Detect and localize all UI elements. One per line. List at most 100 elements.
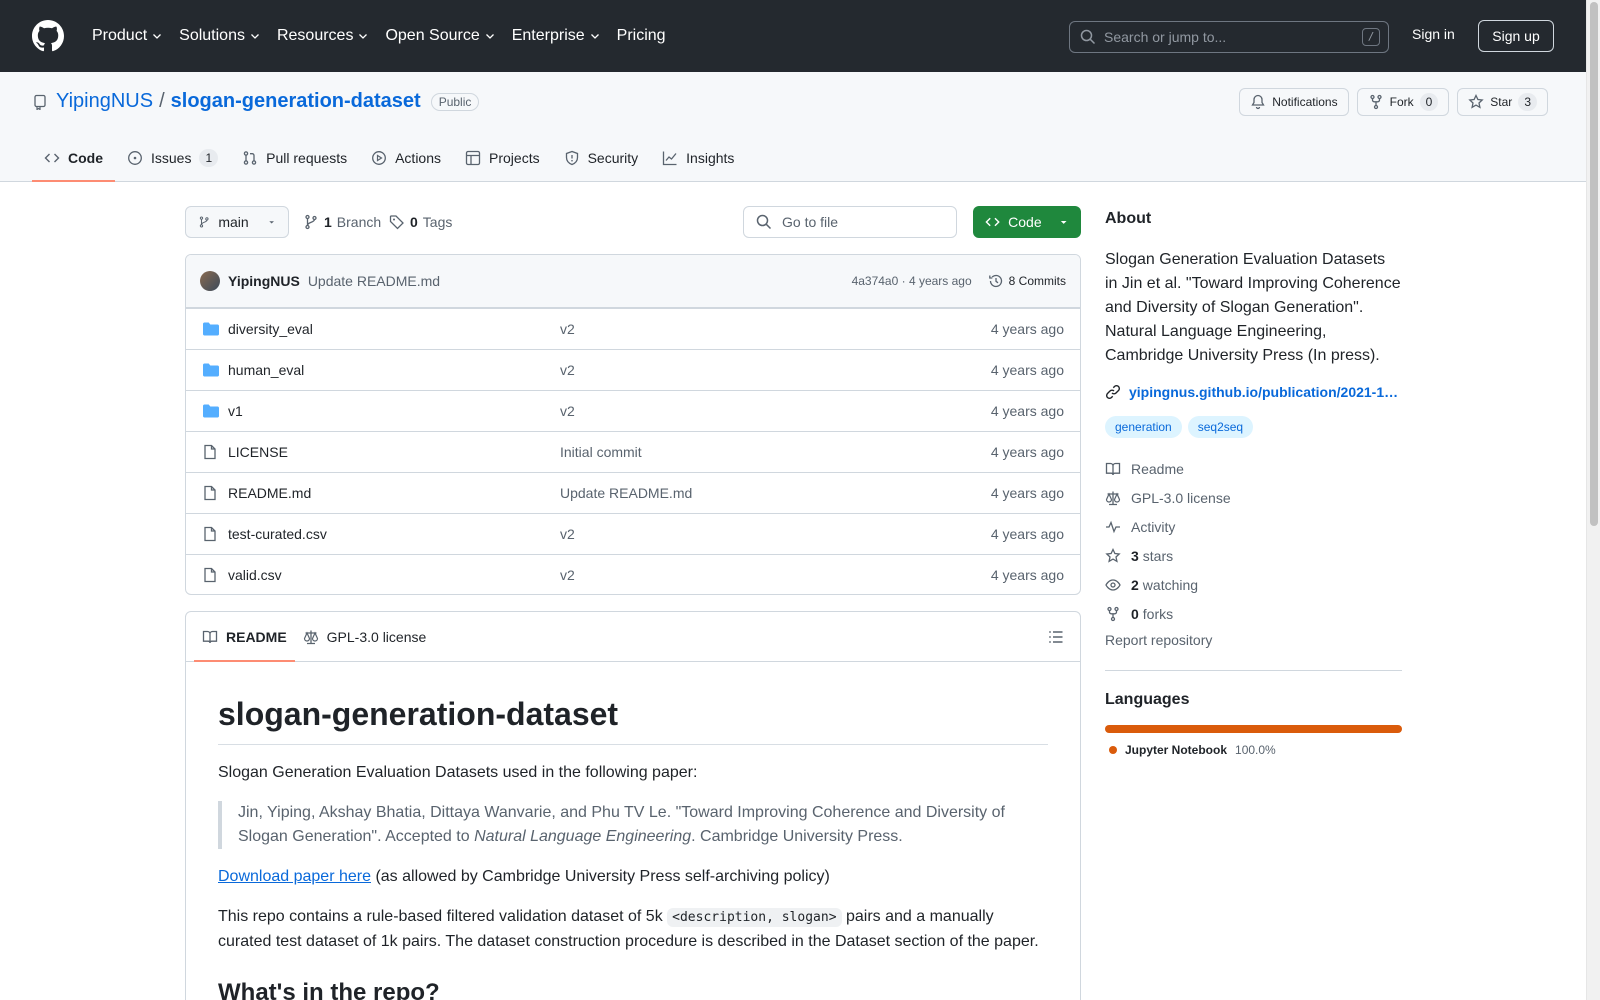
file-name-link[interactable]: README.md	[228, 485, 311, 501]
commit-message-link[interactable]: Update README.md	[308, 273, 440, 289]
table-icon	[465, 150, 481, 166]
search-icon	[1080, 29, 1096, 45]
tab-pull-requests-label: Pull requests	[266, 150, 348, 166]
about-heading: About	[1105, 210, 1152, 227]
file-name-link[interactable]: test-curated.csv	[228, 526, 327, 542]
tab-readme[interactable]: README	[194, 612, 295, 662]
commit-hash-time[interactable]: 4a374a0 · 4 years ago	[852, 274, 972, 288]
list-outline-icon[interactable]	[1048, 629, 1064, 645]
notifications-button[interactable]: Notifications	[1239, 88, 1349, 116]
tab-license-label: GPL-3.0 license	[326, 628, 427, 645]
code-dropdown-button[interactable]: Code	[973, 206, 1081, 238]
sign-up-button[interactable]: Sign up	[1478, 20, 1554, 52]
fork-button[interactable]: Fork 0	[1356, 88, 1450, 116]
branch-icon	[305, 214, 317, 230]
repo-owner-link[interactable]: YipingNUS	[56, 90, 153, 113]
stars-link[interactable]: 3 stars	[1105, 541, 1402, 570]
file-commit-link[interactable]: v2	[560, 321, 575, 337]
file-commit-link[interactable]: Initial commit	[560, 444, 642, 460]
nav-enterprise[interactable]: Enterprise	[504, 20, 609, 52]
nav-resources[interactable]: Resources	[269, 20, 377, 52]
go-to-file-placeholder: Go to file	[782, 214, 839, 230]
nav-open-source[interactable]: Open Source	[377, 20, 503, 52]
file-row[interactable]: valid.csv v2 4 years ago	[186, 554, 1080, 594]
readme-intro: Slogan Generation Evaluation Datasets us…	[218, 764, 698, 781]
inline-code: <description, slogan>	[667, 908, 842, 927]
file-list: YipingNUS Update README.md 4a374a0 · 4 y…	[185, 254, 1081, 595]
forks-link[interactable]: 0 forks	[1105, 599, 1402, 628]
tab-actions[interactable]: Actions	[359, 134, 453, 182]
file-name-link[interactable]: LICENSE	[228, 444, 288, 460]
branch-name: main	[218, 214, 249, 230]
file-name-link[interactable]: v1	[228, 403, 243, 419]
go-to-file-input[interactable]: Go to file	[743, 206, 957, 238]
watchers-link[interactable]: 2 watching	[1105, 570, 1402, 599]
scale-icon	[1105, 491, 1121, 505]
github-logo-icon[interactable]	[32, 20, 64, 52]
readme-link[interactable]: Readme	[1105, 454, 1402, 483]
tab-license[interactable]: GPL-3.0 license	[295, 612, 435, 662]
license-link[interactable]: GPL-3.0 license	[1105, 483, 1402, 512]
file-date: 4 years ago	[990, 567, 1064, 583]
commit-author-link[interactable]: YipingNUS	[228, 273, 300, 289]
branch-icon	[199, 216, 209, 228]
topic-tag[interactable]: generation	[1105, 416, 1182, 438]
search-input[interactable]: Search or jump to... /	[1069, 21, 1389, 53]
tab-code-label: Code	[68, 150, 103, 166]
folder-icon	[203, 322, 219, 336]
homepage-url: yipingnus.github.io/publication/2021-1…	[1129, 384, 1399, 400]
file-row[interactable]: test-curated.csv v2 4 years ago	[186, 513, 1080, 554]
tab-pull-requests[interactable]: Pull requests	[230, 134, 359, 182]
search-icon	[756, 214, 772, 230]
tab-issues[interactable]: Issues 1	[115, 134, 230, 182]
tab-projects[interactable]: Projects	[453, 134, 552, 182]
branch-label: Branch	[336, 214, 382, 230]
file-commit-link[interactable]: v2	[560, 362, 575, 378]
nav-pricing[interactable]: Pricing	[609, 20, 674, 52]
fork-count: 0	[1419, 93, 1439, 111]
tab-insights[interactable]: Insights	[650, 134, 746, 182]
file-date: 4 years ago	[990, 321, 1064, 337]
file-name-link[interactable]: diversity_eval	[228, 321, 313, 337]
file-commit-link[interactable]: Update README.md	[560, 485, 692, 501]
file-name-link[interactable]: valid.csv	[228, 567, 282, 583]
topic-tag[interactable]: seq2seq	[1187, 416, 1254, 438]
report-repository-link[interactable]: Report repository	[1105, 632, 1402, 660]
download-paper-link[interactable]: Download paper here	[218, 868, 371, 885]
nav-product[interactable]: Product	[84, 20, 171, 52]
file-commit-link[interactable]: v2	[560, 403, 575, 419]
activity-link[interactable]: Activity	[1105, 512, 1402, 541]
commit-meta: 4a374a0 · 4 years ago 8 Commits	[852, 273, 1066, 289]
tab-code[interactable]: Code	[32, 134, 115, 182]
caret-down-icon	[269, 221, 274, 224]
file-commit-link[interactable]: v2	[560, 526, 575, 542]
tab-security[interactable]: Security	[552, 134, 651, 182]
readme-body: slogan-generation-dataset Slogan Generat…	[186, 662, 1080, 1000]
sign-in-link[interactable]: Sign in	[1412, 26, 1455, 42]
scrollbar-thumb[interactable]	[1590, 2, 1598, 526]
branch-select[interactable]: main	[185, 206, 289, 238]
language-item[interactable]: Jupyter Notebook 100.0%	[1105, 743, 1402, 757]
file-row[interactable]: diversity_eval v2 4 years ago	[186, 308, 1080, 349]
nav-pricing-label: Pricing	[616, 27, 666, 44]
file-date: 4 years ago	[990, 526, 1064, 542]
file-name-link[interactable]: human_eval	[228, 362, 304, 378]
file-row[interactable]: v1 v2 4 years ago	[186, 390, 1080, 431]
readme-download: Download paper here (as allowed by Cambr…	[218, 865, 1048, 889]
star-button[interactable]: Star 3	[1457, 88, 1548, 116]
repo-name-link[interactable]: slogan-generation-dataset	[171, 90, 421, 113]
tags-link[interactable]: 0 Tags	[389, 214, 452, 230]
file-row[interactable]: human_eval v2 4 years ago	[186, 349, 1080, 390]
page-scrollbar[interactable]	[1586, 0, 1600, 1000]
chevron-down-icon	[485, 34, 494, 39]
homepage-link[interactable]: yipingnus.github.io/publication/2021-1…	[1105, 384, 1402, 400]
avatar[interactable]	[200, 271, 220, 291]
chevron-down-icon	[359, 34, 368, 39]
issues-count: 1	[199, 149, 219, 167]
nav-solutions[interactable]: Solutions	[171, 20, 269, 52]
commits-history-link[interactable]: 8 Commits	[988, 273, 1066, 289]
branches-link[interactable]: 1 Branch	[303, 214, 381, 230]
file-row[interactable]: LICENSE Initial commit 4 years ago	[186, 431, 1080, 472]
file-row[interactable]: README.md Update README.md 4 years ago	[186, 472, 1080, 513]
file-commit-link[interactable]: v2	[560, 567, 575, 583]
